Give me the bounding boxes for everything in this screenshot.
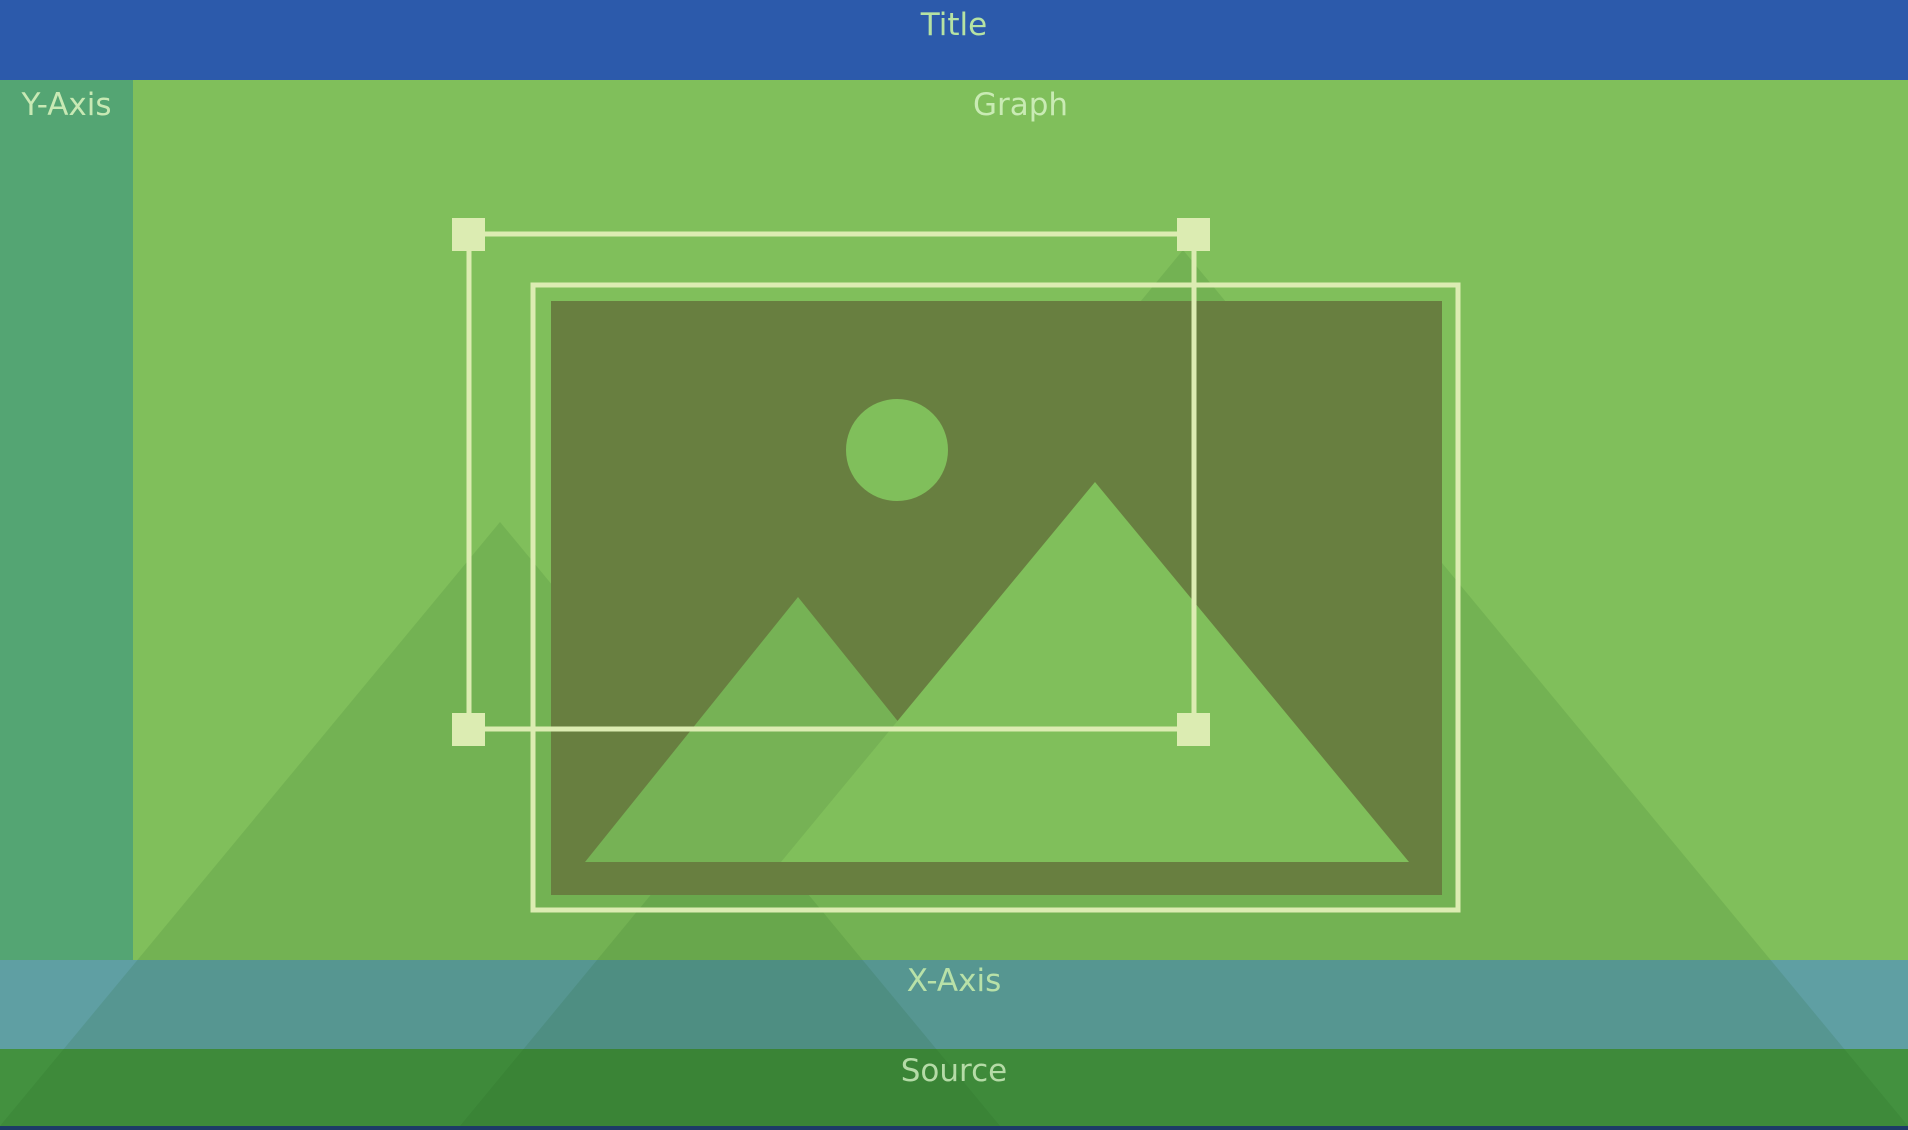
source-label: Source xyxy=(900,1053,1008,1089)
handle-bottom-right xyxy=(1177,713,1210,746)
handle-top-left xyxy=(452,218,485,251)
handle-bottom-left xyxy=(452,713,485,746)
handle-top-right xyxy=(1177,218,1210,251)
diagram-canvas xyxy=(0,0,1908,1130)
graph-label: Graph xyxy=(972,87,1069,123)
layout-diagram: Title Y-Axis Graph X-Axis Source xyxy=(0,0,1908,1130)
title-label: Title xyxy=(920,7,988,43)
y-axis-label: Y-Axis xyxy=(21,87,112,123)
image-placeholder-icon xyxy=(530,282,1461,913)
sun-circle xyxy=(846,399,948,501)
y-axis-band xyxy=(0,80,133,960)
x-axis-label: X-Axis xyxy=(906,963,1002,999)
